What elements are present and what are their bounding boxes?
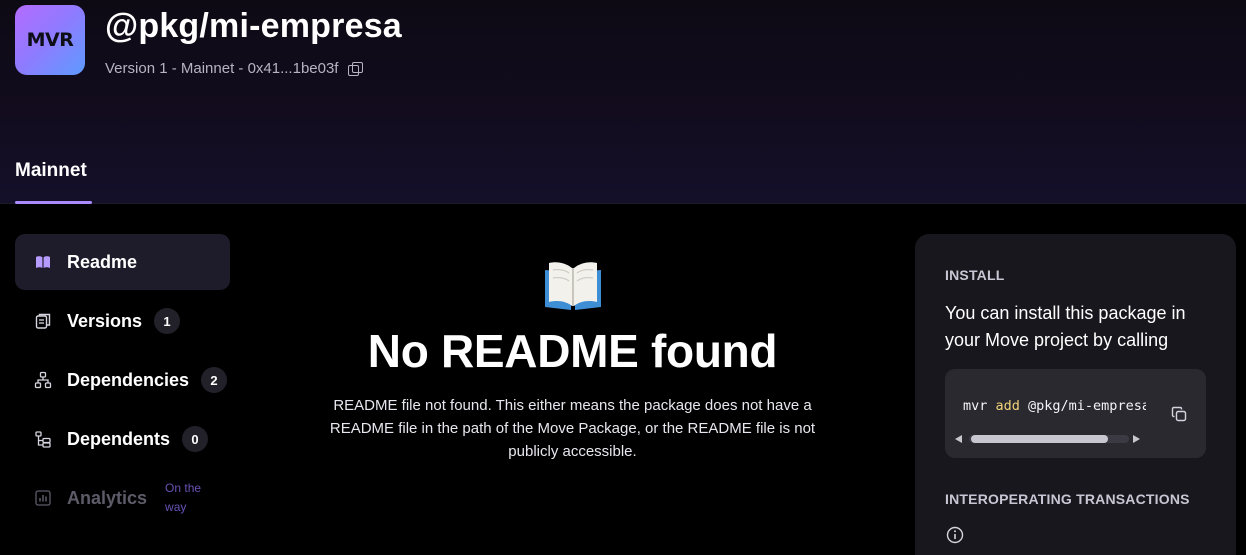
tab-mainnet[interactable]: Mainnet — [15, 160, 87, 182]
package-meta-text: Version 1 - Mainnet - 0x41...1be03f — [105, 60, 339, 77]
command-keyword: add — [995, 398, 1020, 414]
no-readme-description: README file not found. This either means… — [329, 397, 816, 460]
dependents-count-badge: 0 — [182, 426, 209, 452]
sidebar-item-dependents[interactable]: Dependents 0 — [15, 411, 230, 467]
sidebar-item-label: Dependencies — [67, 369, 190, 390]
install-command-box: mvr add @pkg/mi-empresa — [945, 369, 1206, 458]
install-command[interactable]: mvr add @pkg/mi-empresa — [963, 398, 1146, 414]
dependencies-count-badge: 2 — [201, 367, 228, 393]
info-icon[interactable] — [946, 526, 964, 544]
scroll-right-arrow-icon[interactable] — [1133, 435, 1140, 443]
coming-soon-label: On the way — [165, 481, 202, 514]
list-icon — [35, 431, 51, 448]
command-scrollbar[interactable] — [953, 432, 1146, 446]
package-logo: MVR — [15, 5, 85, 75]
sidebar-item-versions[interactable]: Versions 1 — [15, 293, 230, 349]
sidebar-item-label: Versions — [67, 310, 143, 331]
sidebar-item-label: Analytics — [67, 487, 148, 508]
book-icon — [36, 256, 50, 268]
active-tab-indicator — [15, 201, 92, 204]
readme-content: No README found README file not found. T… — [305, 258, 840, 463]
chart-icon — [35, 490, 51, 506]
install-heading: INSTALL — [945, 267, 1005, 283]
copy-command-icon[interactable] — [1171, 406, 1187, 422]
interop-heading: INTEROPERATING TRANSACTIONS — [945, 491, 1190, 507]
sidebar-item-readme[interactable]: Readme — [15, 234, 230, 290]
sidebar-nav: Readme Versions 1 Dependencies 2 Depende… — [15, 234, 230, 529]
install-panel: INSTALL You can install this package in … — [915, 234, 1236, 555]
logo-text: MVR — [26, 29, 74, 51]
versions-icon — [35, 313, 51, 329]
package-title: @pkg/mi-empresa — [105, 7, 402, 45]
command-prefix: mvr — [963, 398, 996, 414]
command-arg: @pkg/mi-empresa — [1019, 398, 1146, 414]
scroll-thumb[interactable] — [971, 435, 1108, 443]
tree-icon — [34, 371, 52, 389]
scroll-left-arrow-icon[interactable] — [955, 435, 962, 443]
install-description: You can install this package in your Mov… — [945, 303, 1186, 350]
no-readme-title: No README found — [367, 325, 778, 377]
sidebar-item-label: Dependents — [67, 428, 171, 449]
package-header: MVR @pkg/mi-empresa Version 1 - Mainnet … — [0, 0, 1246, 204]
versions-count-badge: 1 — [154, 308, 181, 334]
open-book-icon — [544, 262, 601, 310]
sidebar-item-label: Readme — [67, 251, 138, 272]
sidebar-item-analytics: Analytics On the way — [15, 470, 230, 526]
package-meta: Version 1 - Mainnet - 0x41...1be03f — [105, 60, 364, 77]
copy-address-icon[interactable] — [348, 61, 364, 76]
sidebar-item-dependencies[interactable]: Dependencies 2 — [15, 352, 230, 408]
